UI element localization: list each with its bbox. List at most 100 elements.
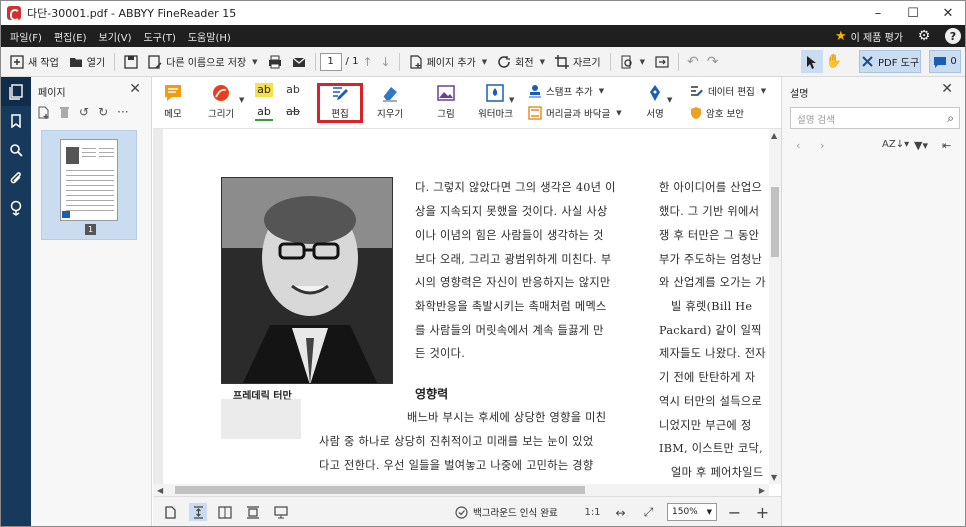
signature-button[interactable]: 서명	[645, 83, 665, 120]
select-tool-button[interactable]	[801, 50, 823, 73]
fit-width-icon[interactable]: ↔	[613, 505, 628, 520]
menu-view[interactable]: 보기(V)	[93, 29, 138, 44]
menu-file[interactable]: 파일(F)	[4, 29, 48, 44]
minimize-button[interactable]: –	[861, 1, 895, 25]
zoom-select[interactable]: 150% ▼	[667, 503, 717, 521]
text-line: 배느바 부시는 후세에 상당한 영향을 미친	[407, 411, 607, 424]
comments-panel: 설명 ✕ 설명 검색 ⌕ ‹ › AZ↓▾ ▼▾ ⇤	[781, 77, 965, 526]
chevron-down-icon[interactable]: ▼	[239, 96, 244, 104]
redo-icon[interactable]: ↷	[703, 54, 723, 70]
rotate-button[interactable]: 회전 ▼	[492, 50, 550, 74]
data-edit-button[interactable]: 데이터 편집 ▼	[690, 84, 766, 98]
comments-panel-title: 설명	[790, 89, 809, 100]
comments-button[interactable]: 0	[929, 50, 961, 73]
draw-button[interactable]: 그리기	[208, 83, 234, 120]
insert-text-button[interactable]: ab	[284, 83, 302, 97]
zoom-out-icon[interactable]: −	[727, 503, 742, 522]
highlight-text-button[interactable]: ab	[255, 83, 273, 97]
search-icon[interactable]: ⌕	[947, 111, 954, 126]
close-button[interactable]: ✕	[931, 1, 965, 25]
presentation-view-icon[interactable]	[273, 505, 288, 520]
undo-icon[interactable]: ↶	[683, 54, 703, 70]
add-page-button[interactable]: 페이지 추가 ▼	[404, 50, 493, 74]
single-page-view-icon[interactable]	[163, 505, 178, 520]
document-viewer[interactable]: 프레데릭 터만 다. 그렇지 않았다면 그의 생각은 40년 이 상을 지속되지…	[153, 129, 769, 484]
new-task-button[interactable]: 새 작업	[5, 50, 64, 74]
fit-page-icon[interactable]: ⤢	[641, 505, 656, 520]
rotate-right-icon[interactable]: ↻	[98, 105, 108, 119]
left-rail	[1, 77, 31, 526]
save-button[interactable]	[119, 50, 143, 74]
bookmark-icon[interactable]	[1, 106, 31, 135]
horizontal-scrollbar[interactable]: ◀ ▶	[153, 484, 769, 496]
previous-icon[interactable]: ‹	[796, 139, 800, 152]
close-icon[interactable]: ✕	[941, 81, 953, 97]
pdf-tools-button[interactable]: PDF 도구	[859, 50, 921, 73]
page-thumbnail[interactable]: 1	[41, 130, 137, 240]
filter-icon[interactable]: ▼▾	[914, 139, 928, 152]
menu-help[interactable]: 도움말(H)	[182, 29, 237, 44]
printer-icon	[268, 55, 281, 68]
gear-icon[interactable]: ⚙	[915, 27, 933, 45]
attachment-icon[interactable]	[1, 164, 31, 193]
vertical-scrollbar[interactable]: ▲ ▼	[769, 129, 781, 484]
menu-tools[interactable]: 도구(T)	[138, 29, 182, 44]
text-line: 부가 주도하는 엄청난	[659, 253, 763, 266]
search-icon[interactable]	[1, 135, 31, 164]
chevron-down-icon[interactable]: ▼	[667, 96, 672, 104]
memo-button[interactable]: 메모	[163, 83, 183, 120]
add-page-icon[interactable]	[38, 106, 50, 119]
sort-icon[interactable]: AZ↓▾	[882, 139, 909, 150]
divider	[114, 52, 116, 71]
stamp-add-button[interactable]: 스탬프 추가 ▼	[528, 84, 604, 98]
continuous-view-icon[interactable]	[245, 505, 260, 520]
crop-button[interactable]: 자르기	[550, 50, 606, 74]
scroll-left-icon[interactable]: ◀	[157, 486, 163, 495]
next-icon[interactable]: ›	[820, 139, 824, 152]
text-line: 쟁 후 터만은 그 동안	[659, 229, 760, 242]
chevron-down-icon[interactable]: ▼	[509, 96, 514, 104]
pages-icon[interactable]	[1, 77, 31, 106]
hand-tool-button[interactable]: ✋	[823, 50, 845, 73]
picture-button[interactable]: 그림	[436, 83, 456, 120]
maximize-button[interactable]: ☐	[896, 1, 930, 25]
erase-button[interactable]: 지우기	[377, 83, 403, 120]
rotate-left-icon[interactable]: ↺	[79, 105, 89, 119]
collapse-icon[interactable]: ⇤	[942, 139, 951, 152]
signature-icon[interactable]	[1, 193, 31, 222]
close-icon[interactable]: ✕	[129, 81, 141, 97]
page-search-button[interactable]: ▼	[615, 50, 650, 74]
header-footer-button[interactable]: 머리글과 바닥글 ▼	[528, 106, 622, 120]
email-button[interactable]	[287, 50, 311, 74]
picture-label: 그림	[437, 109, 455, 120]
fit-height-view-icon[interactable]	[189, 503, 207, 521]
tools-icon	[862, 56, 873, 67]
save-as-button[interactable]: 다른 이름으로 저장 ▼	[143, 50, 262, 74]
menu-edit[interactable]: 편집(E)	[48, 29, 93, 44]
rate-product-button[interactable]: ★ 이 제품 평가	[835, 29, 903, 44]
arrow-up-icon[interactable]: ↑	[358, 55, 376, 69]
print-button[interactable]	[263, 50, 287, 74]
password-security-button[interactable]: 암호 보안	[690, 106, 744, 120]
zoom-in-icon[interactable]: +	[755, 503, 770, 522]
export-button[interactable]	[650, 50, 674, 74]
underline-text-button[interactable]: ab	[255, 105, 273, 121]
horizontal-scroll-thumb[interactable]	[175, 486, 585, 494]
open-button[interactable]: 열기	[64, 50, 110, 74]
strikethrough-text-button[interactable]: ab	[284, 105, 302, 121]
two-page-view-icon[interactable]	[217, 505, 232, 520]
vertical-scroll-thumb[interactable]	[771, 187, 779, 257]
actual-size-button[interactable]: 1:1	[584, 505, 600, 520]
more-icon[interactable]: ···	[117, 105, 128, 119]
scroll-right-icon[interactable]: ▶	[759, 486, 765, 495]
thumbnail-line	[66, 175, 114, 176]
help-icon[interactable]: ?	[945, 28, 961, 44]
watermark-button[interactable]: 워터마크	[478, 83, 513, 120]
scroll-down-icon[interactable]: ▼	[771, 473, 777, 482]
arrow-down-icon[interactable]: ↓	[377, 55, 395, 69]
trash-icon[interactable]	[59, 106, 70, 119]
scroll-up-icon[interactable]: ▲	[771, 131, 777, 140]
comments-search-input[interactable]: 설명 검색 ⌕	[790, 107, 960, 129]
save-as-icon	[148, 54, 162, 69]
page-number-input[interactable]: 1	[319, 52, 342, 71]
